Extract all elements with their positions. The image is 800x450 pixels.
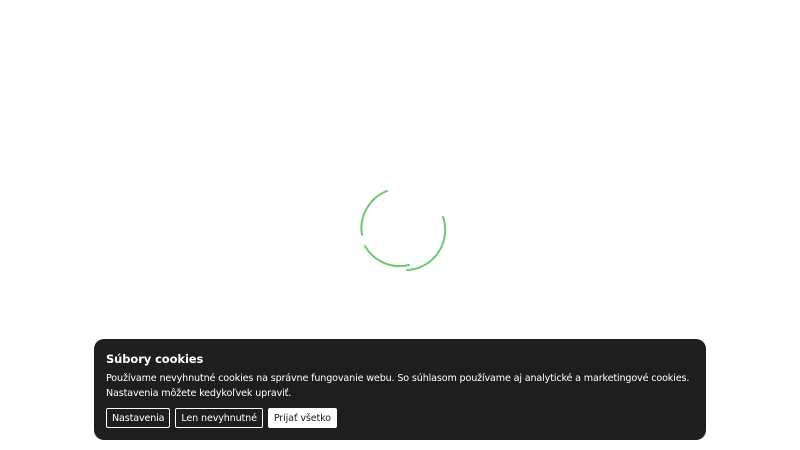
cookie-banner-text-line-1: Používame nevyhnutné cookies na správne …: [106, 373, 690, 384]
cookie-settings-button[interactable]: Nastavenia: [106, 408, 171, 428]
page: Súbory cookies Používame nevyhnutné cook…: [0, 0, 800, 450]
spinner-icon: [355, 185, 451, 275]
cookie-banner-title: Súbory cookies: [106, 352, 204, 366]
cookie-necessary-only-button[interactable]: Len nevyhnutné: [175, 408, 263, 428]
cookie-banner-text: Používame nevyhnutné cookies na správne …: [106, 372, 696, 401]
cookie-accept-all-button[interactable]: Prijať všetko: [267, 408, 337, 428]
cookie-banner-text-line-2: Nastavenia môžete kedykoľvek upraviť.: [106, 387, 292, 399]
cookie-banner: Súbory cookies Používame nevyhnutné cook…: [94, 339, 706, 440]
cookie-banner-buttons: Nastavenia Len nevyhnutné Prijať všetko: [106, 408, 694, 428]
